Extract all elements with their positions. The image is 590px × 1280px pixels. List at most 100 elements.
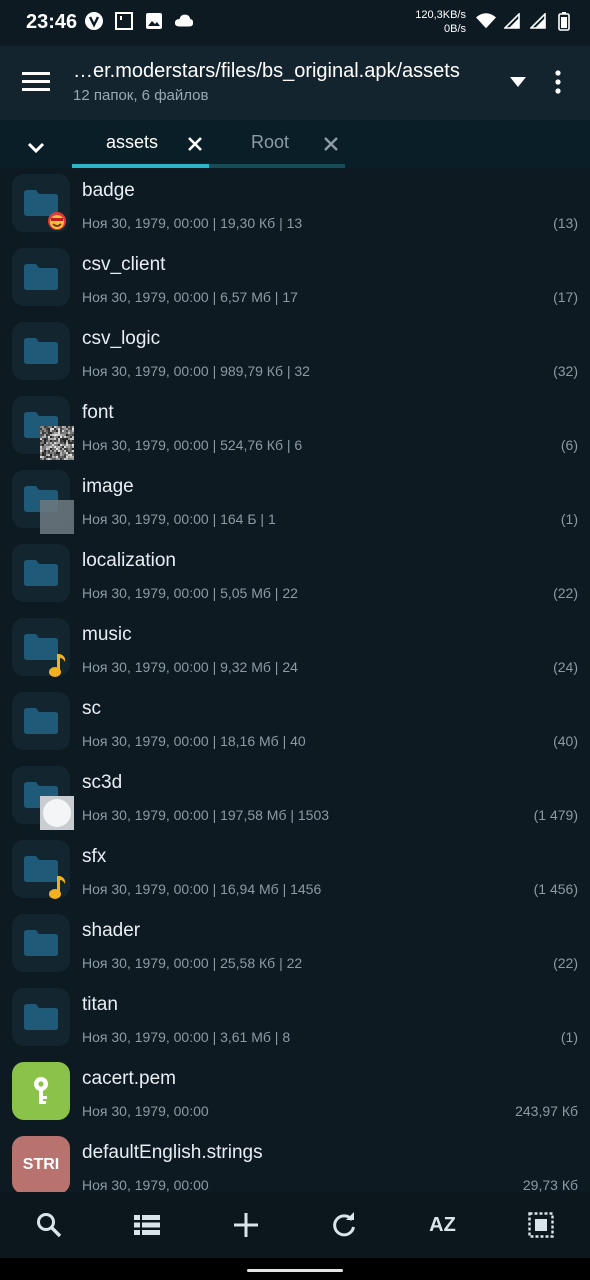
refresh-button[interactable] <box>314 1200 374 1250</box>
file-list: badge Ноя 30, 1979, 00:00 | 19,30 Кб | 13… <box>0 168 590 1192</box>
item-name: defaultEnglish.strings <box>82 1142 263 1163</box>
signal-icon <box>502 11 522 31</box>
folder-row[interactable]: image Ноя 30, 1979, 00:00 | 164 Б | 1 (1) <box>0 464 590 538</box>
item-name: csv_logic <box>82 328 161 349</box>
item-name: sc3d <box>82 772 123 793</box>
folder-row[interactable]: shader Ноя 30, 1979, 00:00 | 25,58 Кб | 2… <box>0 908 590 982</box>
item-name: shader <box>82 920 141 941</box>
folder-row[interactable]: music Ноя 30, 1979, 00:00 | 9,32 Мб | 24 (… <box>0 612 590 686</box>
tabs-collapse-button[interactable] <box>16 128 56 168</box>
folder-icon <box>12 544 70 602</box>
tab-close-icon[interactable] <box>320 133 342 155</box>
item-meta: Ноя 30, 1979, 00:00 | 197,58 Мб | 1503 <box>82 807 330 823</box>
tab-label: Root <box>251 132 290 152</box>
square-notification-icon <box>114 11 134 31</box>
item-name: sc <box>82 698 101 719</box>
noise-thumbnail-icon <box>40 426 74 460</box>
item-count: (1) <box>560 511 578 527</box>
item-count: (17) <box>553 289 578 305</box>
key-icon <box>12 1062 70 1120</box>
tab-close-icon[interactable] <box>184 133 206 155</box>
item-count: (1 456) <box>533 881 578 897</box>
item-count: 29,73 Кб <box>522 1177 578 1192</box>
folder-summary: 12 папок, 6 файлов <box>73 87 209 104</box>
item-meta: Ноя 30, 1979, 00:00 | 5,05 Мб | 22 <box>82 585 298 601</box>
item-meta: Ноя 30, 1979, 00:00 | 6,57 Мб | 17 <box>82 289 298 305</box>
item-meta: Ноя 30, 1979, 00:00 | 19,30 Кб | 13 <box>82 215 303 231</box>
folder-row[interactable]: font Ноя 30, 1979, 00:00 | 524,76 Кб | 6 (… <box>0 390 590 464</box>
folder-row[interactable]: badge Ноя 30, 1979, 00:00 | 19,30 Кб | 13… <box>0 168 590 242</box>
triangle-down-icon <box>510 77 526 87</box>
item-count: (40) <box>553 733 578 749</box>
folder-row[interactable]: sc3d Ноя 30, 1979, 00:00 | 197,58 Мб | 15… <box>0 760 590 834</box>
item-meta: Ноя 30, 1979, 00:00 | 164 Б | 1 <box>82 511 276 527</box>
item-count: (1 479) <box>533 807 578 823</box>
item-name: sfx <box>82 846 107 867</box>
folder-icon <box>12 692 70 750</box>
emoji-face-icon <box>40 204 74 238</box>
battery-icon <box>554 11 574 31</box>
folder-icon <box>12 988 70 1046</box>
menu-button[interactable] <box>16 62 56 102</box>
file-row[interactable]: cacert.pem Ноя 30, 1979, 00:00 243,97 Кб <box>0 1056 590 1130</box>
select-all-button[interactable] <box>511 1200 571 1250</box>
folder-icon <box>12 322 70 380</box>
search-icon <box>37 1213 62 1238</box>
sort-az-label: AZ <box>429 1213 456 1236</box>
network-speed: 120,3KB/s 0B/s <box>404 8 466 36</box>
item-meta: Ноя 30, 1979, 00:00 <box>82 1177 209 1192</box>
bottom-toolbar: AZ <box>0 1192 590 1258</box>
status-bar: 23:46 120,3KB/s 0B/s <box>0 0 590 46</box>
strings-file-icon: STRI <box>12 1136 70 1192</box>
cloud-icon <box>174 11 194 31</box>
view-mode-button[interactable] <box>117 1200 177 1250</box>
item-count: (32) <box>553 363 578 379</box>
item-name: badge <box>82 180 135 201</box>
more-options-button[interactable] <box>540 64 576 100</box>
folder-row[interactable]: titan Ноя 30, 1979, 00:00 | 3,61 Мб | 8 (1… <box>0 982 590 1056</box>
net-up: 120,3KB/s <box>415 9 466 21</box>
file-type-label: STRI <box>22 1156 60 1173</box>
folder-icon <box>12 248 70 306</box>
folder-row[interactable]: localization Ноя 30, 1979, 00:00 | 5,05 М… <box>0 538 590 612</box>
item-count: (6) <box>560 437 578 453</box>
file-row[interactable]: STRI defaultEnglish.strings Ноя 30, 1979, … <box>0 1130 590 1192</box>
item-meta: Ноя 30, 1979, 00:00 | 9,32 Мб | 24 <box>82 659 298 675</box>
v-app-icon <box>84 11 104 31</box>
item-name: music <box>82 624 132 645</box>
item-name: cacert.pem <box>82 1068 176 1089</box>
item-meta: Ноя 30, 1979, 00:00 | 524,76 Кб | 6 <box>82 437 303 453</box>
status-time: 23:46 <box>26 11 78 33</box>
item-name: csv_client <box>82 254 166 275</box>
path-dropdown-button[interactable] <box>500 64 536 100</box>
music-note-icon <box>40 648 74 682</box>
item-count: (22) <box>553 955 578 971</box>
folder-row[interactable]: sfx Ноя 30, 1979, 00:00 | 16,94 Мб | 1456… <box>0 834 590 908</box>
item-count: (13) <box>553 215 578 231</box>
sort-button[interactable]: AZ <box>412 1200 472 1250</box>
wifi-icon <box>476 11 496 31</box>
tab-assets[interactable]: assets <box>72 120 209 168</box>
add-button[interactable] <box>216 1200 276 1250</box>
item-meta: Ноя 30, 1979, 00:00 | 16,94 Мб | 1456 <box>82 881 322 897</box>
more-vert-icon <box>555 70 561 94</box>
search-button[interactable] <box>19 1200 79 1250</box>
select-all-icon <box>528 1212 554 1238</box>
folder-row[interactable]: csv_logic Ноя 30, 1979, 00:00 | 989,79 Кб… <box>0 316 590 390</box>
item-count: 243,97 Кб <box>515 1103 578 1119</box>
item-count: (1) <box>560 1029 578 1045</box>
item-name: titan <box>82 994 118 1015</box>
system-nav-bar <box>0 1258 590 1280</box>
hamburger-icon <box>22 72 50 91</box>
folder-row[interactable]: sc Ноя 30, 1979, 00:00 | 18,16 Мб | 40 (40… <box>0 686 590 760</box>
folder-icon <box>12 914 70 972</box>
item-meta: Ноя 30, 1979, 00:00 <box>82 1103 209 1119</box>
refresh-icon <box>333 1212 356 1237</box>
tab-root[interactable]: Root <box>209 120 345 168</box>
list-view-icon <box>134 1215 161 1235</box>
home-gesture-pill[interactable] <box>247 1269 343 1272</box>
current-path[interactable]: …er.moderstars/files/bs_original.apk/ass… <box>73 60 503 83</box>
music-note-icon <box>40 870 74 904</box>
item-name: image <box>82 476 134 497</box>
folder-row[interactable]: csv_client Ноя 30, 1979, 00:00 | 6,57 Мб … <box>0 242 590 316</box>
